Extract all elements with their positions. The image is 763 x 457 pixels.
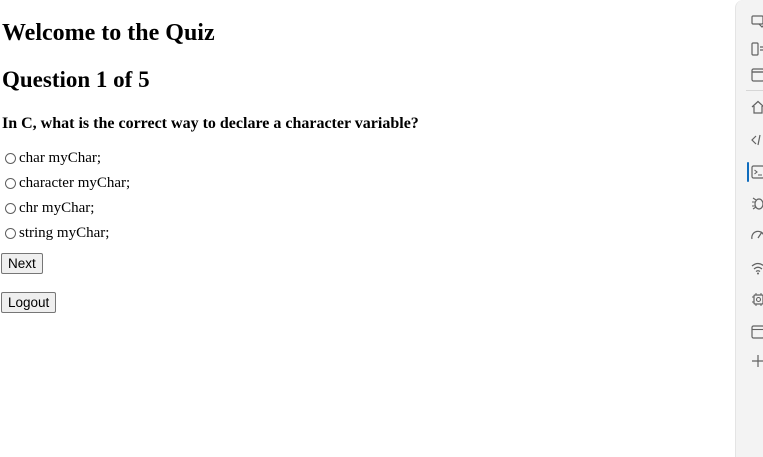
performance-icon[interactable] bbox=[751, 228, 763, 242]
chip-icon[interactable] bbox=[751, 292, 763, 306]
add-icon[interactable] bbox=[751, 354, 763, 368]
radio-button[interactable] bbox=[5, 177, 16, 189]
answer-option-1[interactable]: char myChar; bbox=[5, 148, 101, 168]
quiz-page: Welcome to the Quiz Question 1 of 5 In C… bbox=[0, 0, 735, 457]
next-button[interactable]: Next bbox=[1, 253, 43, 274]
code-icon[interactable] bbox=[751, 133, 763, 147]
wifi-icon[interactable] bbox=[751, 261, 763, 275]
question-counter: Question 1 of 5 bbox=[2, 67, 150, 92]
answer-option-label: char myChar; bbox=[19, 149, 102, 166]
radio-button[interactable] bbox=[5, 227, 16, 239]
question-text: In C, what is the correct way to declare… bbox=[2, 115, 419, 132]
console-icon[interactable] bbox=[751, 165, 763, 179]
radio-button[interactable] bbox=[5, 202, 16, 214]
answer-option-3[interactable]: chr myChar; bbox=[5, 198, 94, 218]
answer-option-label: chr myChar; bbox=[19, 199, 95, 216]
device-emulation-icon[interactable] bbox=[751, 42, 763, 56]
cast-icon[interactable] bbox=[751, 14, 763, 28]
logout-button[interactable]: Logout bbox=[1, 292, 57, 313]
sidebar-divider bbox=[746, 90, 763, 91]
answer-option-2[interactable]: character myChar; bbox=[5, 173, 130, 193]
answer-option-label: character myChar; bbox=[19, 174, 131, 191]
radio-button[interactable] bbox=[5, 152, 16, 164]
application-icon[interactable] bbox=[751, 325, 763, 339]
answer-option-4[interactable]: string myChar; bbox=[5, 223, 109, 243]
answer-option-label: string myChar; bbox=[19, 224, 110, 241]
page-title: Welcome to the Quiz bbox=[2, 20, 215, 46]
bug-icon[interactable] bbox=[751, 196, 763, 210]
window-icon[interactable] bbox=[751, 68, 763, 82]
active-indicator bbox=[747, 162, 749, 182]
devtools-sidebar bbox=[735, 0, 763, 457]
home-icon[interactable] bbox=[751, 100, 763, 114]
